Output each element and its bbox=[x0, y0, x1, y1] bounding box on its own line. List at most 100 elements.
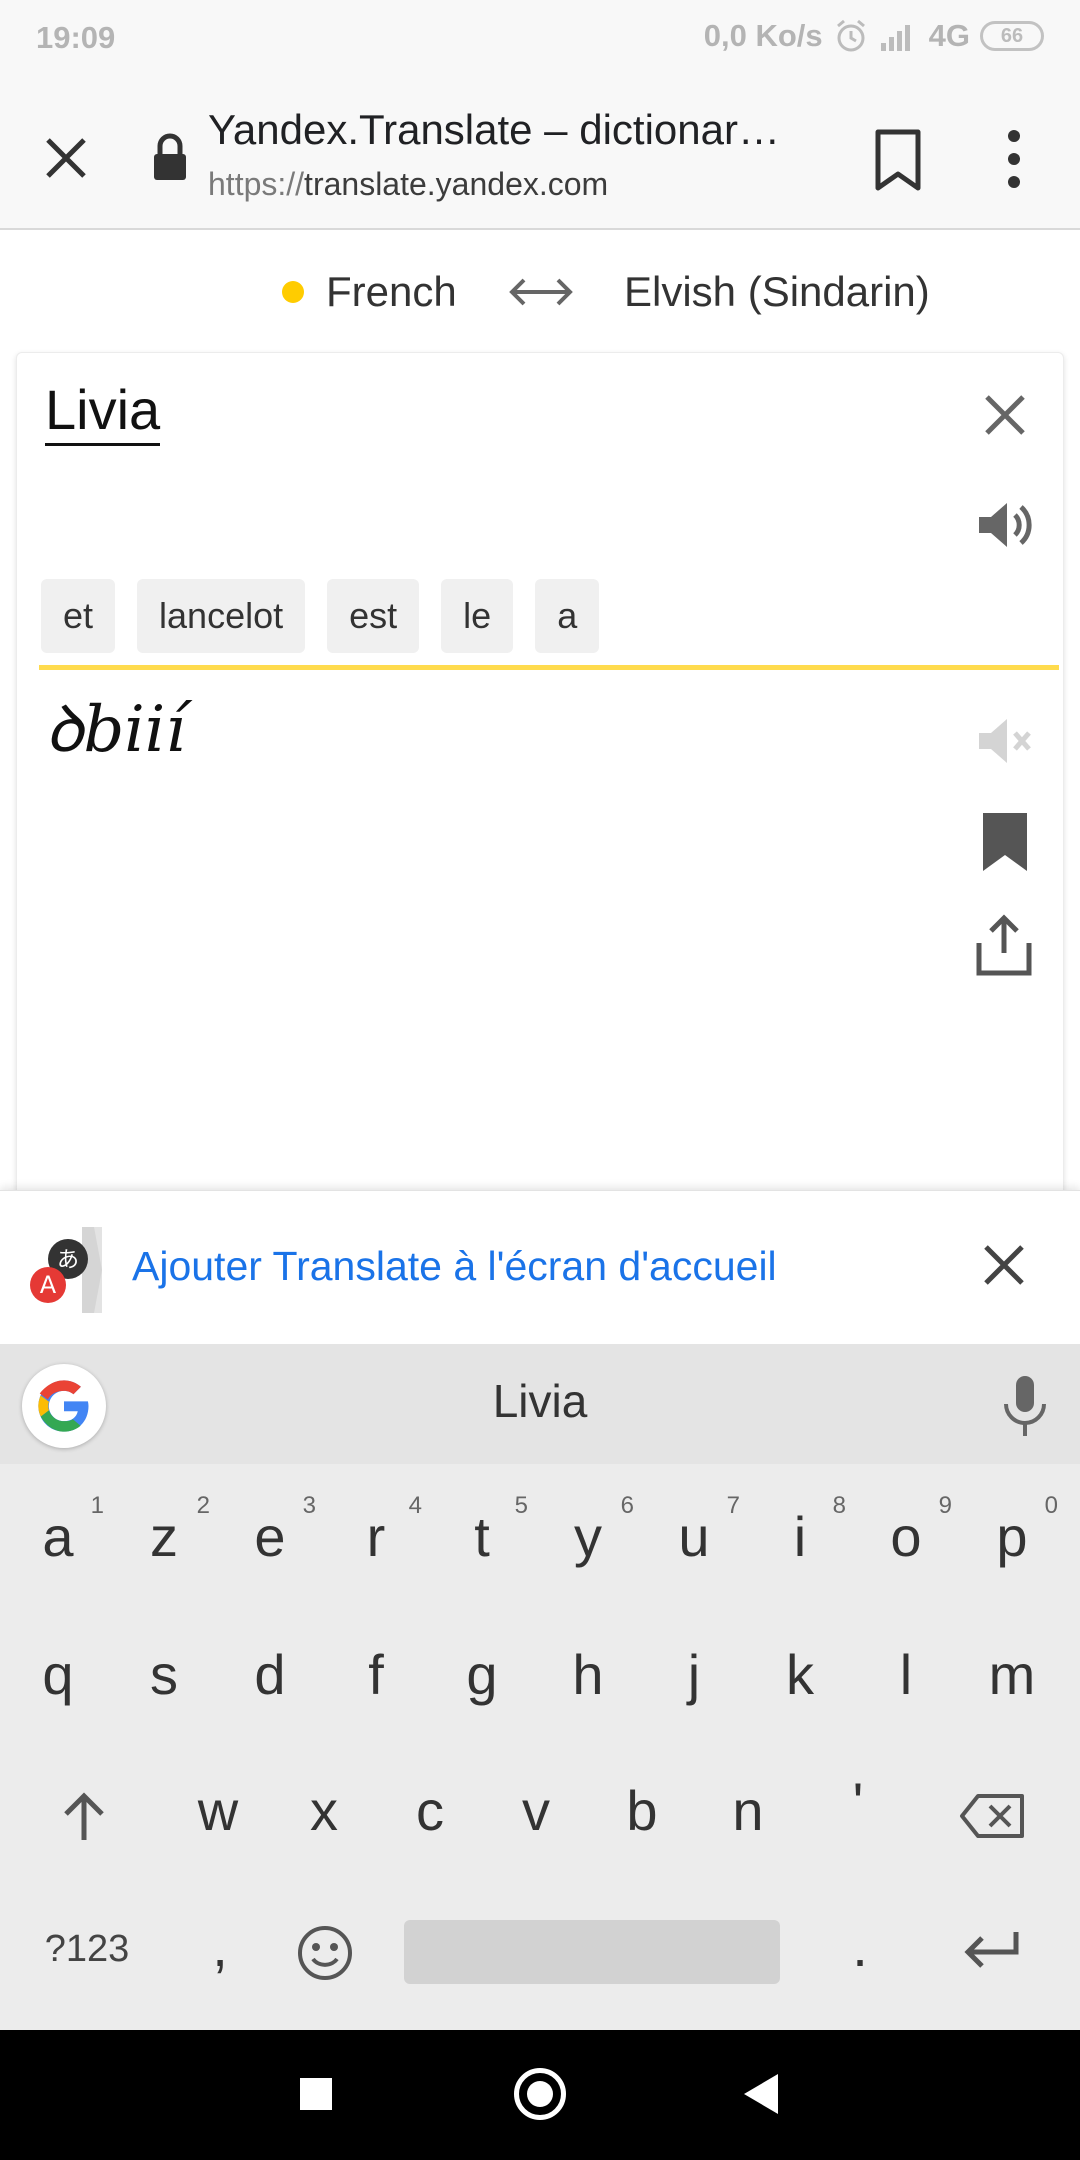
alarm-icon bbox=[836, 19, 865, 52]
share-icon[interactable] bbox=[975, 913, 1033, 977]
key-label: a bbox=[42, 1505, 74, 1568]
key-label: y bbox=[574, 1505, 602, 1568]
key[interactable]: y6 bbox=[538, 1492, 638, 1569]
enter-icon[interactable] bbox=[962, 1928, 1022, 1974]
key[interactable]: ' bbox=[808, 1770, 908, 1835]
key-label: i bbox=[793, 1505, 807, 1568]
recent-apps-icon[interactable] bbox=[300, 2078, 332, 2110]
symbols-key[interactable]: ?123 bbox=[32, 1928, 142, 1971]
key[interactable]: r4 bbox=[326, 1492, 426, 1569]
back-icon[interactable] bbox=[744, 2074, 778, 2114]
suggestion-chip[interactable]: a bbox=[535, 579, 600, 653]
key[interactable]: q bbox=[8, 1642, 108, 1707]
key[interactable]: f bbox=[326, 1642, 426, 1707]
key-label: z bbox=[150, 1505, 178, 1568]
language-selector: French Elvish (Sindarin) bbox=[0, 232, 1080, 350]
target-language[interactable]: Elvish (Sindarin) bbox=[624, 268, 930, 316]
input-output-divider bbox=[39, 665, 1059, 670]
key[interactable]: t5 bbox=[432, 1492, 532, 1569]
space-bar[interactable] bbox=[404, 1920, 780, 1984]
key-label: t bbox=[474, 1505, 490, 1568]
key-hint: 3 bbox=[302, 1492, 316, 1519]
lock-icon[interactable] bbox=[150, 132, 190, 182]
google-icon[interactable] bbox=[22, 1364, 106, 1448]
keyboard: Livia a1 z2 e3 r4 t5 y6 u7 i8 o9 p0 q s … bbox=[0, 1344, 1080, 2030]
keyboard-suggestion-bar: Livia bbox=[0, 1344, 1080, 1464]
source-language-label: French bbox=[326, 268, 457, 315]
key-hint: 1 bbox=[90, 1492, 104, 1519]
key[interactable]: c bbox=[380, 1778, 480, 1843]
backspace-icon[interactable] bbox=[958, 1792, 1026, 1840]
add-to-home-link[interactable]: Ajouter Translate à l'écran d'accueil bbox=[132, 1243, 777, 1290]
key-label: r bbox=[366, 1505, 386, 1568]
navigation-bar bbox=[0, 2030, 1080, 2160]
status-time: 19:09 bbox=[36, 20, 116, 55]
speaker-icon[interactable] bbox=[975, 495, 1037, 555]
key[interactable]: h bbox=[538, 1642, 638, 1707]
key[interactable]: s bbox=[114, 1642, 214, 1707]
swap-languages-icon[interactable] bbox=[508, 274, 574, 310]
key[interactable]: x bbox=[274, 1778, 374, 1843]
key[interactable]: n bbox=[698, 1778, 798, 1843]
keyboard-suggestion[interactable]: Livia bbox=[0, 1374, 1080, 1428]
url-bar[interactable]: https://translate.yandex.com bbox=[208, 166, 608, 203]
source-language[interactable]: French bbox=[282, 268, 457, 316]
key[interactable]: l bbox=[856, 1642, 956, 1707]
key[interactable]: o9 bbox=[856, 1492, 956, 1569]
key[interactable]: w bbox=[168, 1778, 268, 1843]
key[interactable]: a1 bbox=[8, 1492, 108, 1569]
save-bookmark-icon[interactable] bbox=[979, 811, 1031, 873]
status-icons: 0,0 Ko/s 4G 66 bbox=[704, 18, 1044, 54]
key[interactable]: d bbox=[220, 1642, 320, 1707]
svg-text:あ: あ bbox=[57, 1248, 79, 1273]
key[interactable]: p0 bbox=[962, 1492, 1062, 1569]
suggestion-chips: et lancelot est le a bbox=[41, 579, 600, 653]
key-hint: 5 bbox=[514, 1492, 528, 1519]
suggestion-chip[interactable]: le bbox=[441, 579, 514, 653]
speaker-muted-icon[interactable] bbox=[975, 711, 1037, 771]
suggestion-chip[interactable]: et bbox=[41, 579, 116, 653]
key[interactable]: k bbox=[750, 1642, 850, 1707]
key[interactable]: b bbox=[592, 1778, 692, 1843]
bookmark-icon[interactable] bbox=[872, 128, 924, 192]
home-icon[interactable] bbox=[514, 2068, 566, 2120]
key-hint: 6 bbox=[620, 1492, 634, 1519]
suggestion-chip[interactable]: est bbox=[327, 579, 420, 653]
clear-text-icon[interactable] bbox=[977, 387, 1033, 443]
status-bar: 19:09 0,0 Ko/s 4G 66 bbox=[0, 0, 1080, 78]
key[interactable]: g bbox=[432, 1642, 532, 1707]
suggestion-chip[interactable]: lancelot bbox=[137, 579, 306, 653]
period-key[interactable]: . bbox=[810, 1914, 910, 1979]
url-scheme: https:// bbox=[208, 166, 305, 202]
key[interactable]: u7 bbox=[644, 1492, 744, 1569]
close-tab-icon[interactable] bbox=[36, 128, 96, 188]
emoji-icon[interactable] bbox=[296, 1924, 354, 1982]
network-speed: 0,0 Ko/s bbox=[703, 18, 823, 53]
key-hint: 9 bbox=[938, 1492, 952, 1519]
key[interactable]: e3 bbox=[220, 1492, 320, 1569]
translate-app-icon: あ A bbox=[30, 1227, 102, 1313]
key[interactable]: i8 bbox=[750, 1492, 850, 1569]
shift-icon[interactable] bbox=[60, 1790, 108, 1842]
key-label: o bbox=[890, 1505, 922, 1568]
close-banner-icon[interactable] bbox=[976, 1237, 1032, 1293]
add-to-home-banner: あ A Ajouter Translate à l'écran d'accuei… bbox=[0, 1190, 1080, 1344]
key-label: e bbox=[254, 1505, 286, 1568]
source-text-value: Livia bbox=[45, 378, 161, 446]
key[interactable]: j bbox=[644, 1642, 744, 1707]
source-text-input[interactable]: Livia bbox=[45, 377, 161, 446]
signal-icon bbox=[880, 25, 910, 51]
key[interactable]: z2 bbox=[114, 1492, 214, 1569]
key-hint: 0 bbox=[1044, 1492, 1058, 1519]
key[interactable]: m bbox=[962, 1642, 1062, 1707]
comma-key[interactable]: , bbox=[170, 1914, 270, 1979]
microphone-icon[interactable] bbox=[1000, 1374, 1050, 1438]
page-title[interactable]: Yandex.Translate – dictionar… bbox=[208, 106, 808, 154]
key[interactable]: v bbox=[486, 1778, 586, 1843]
key-label: p bbox=[996, 1505, 1028, 1568]
key-hint: 8 bbox=[832, 1492, 846, 1519]
key-hint: 4 bbox=[408, 1492, 422, 1519]
translation-output: ꝺbiií bbox=[45, 693, 186, 767]
more-menu-icon[interactable] bbox=[990, 126, 1038, 192]
key-hint: 7 bbox=[726, 1492, 740, 1519]
